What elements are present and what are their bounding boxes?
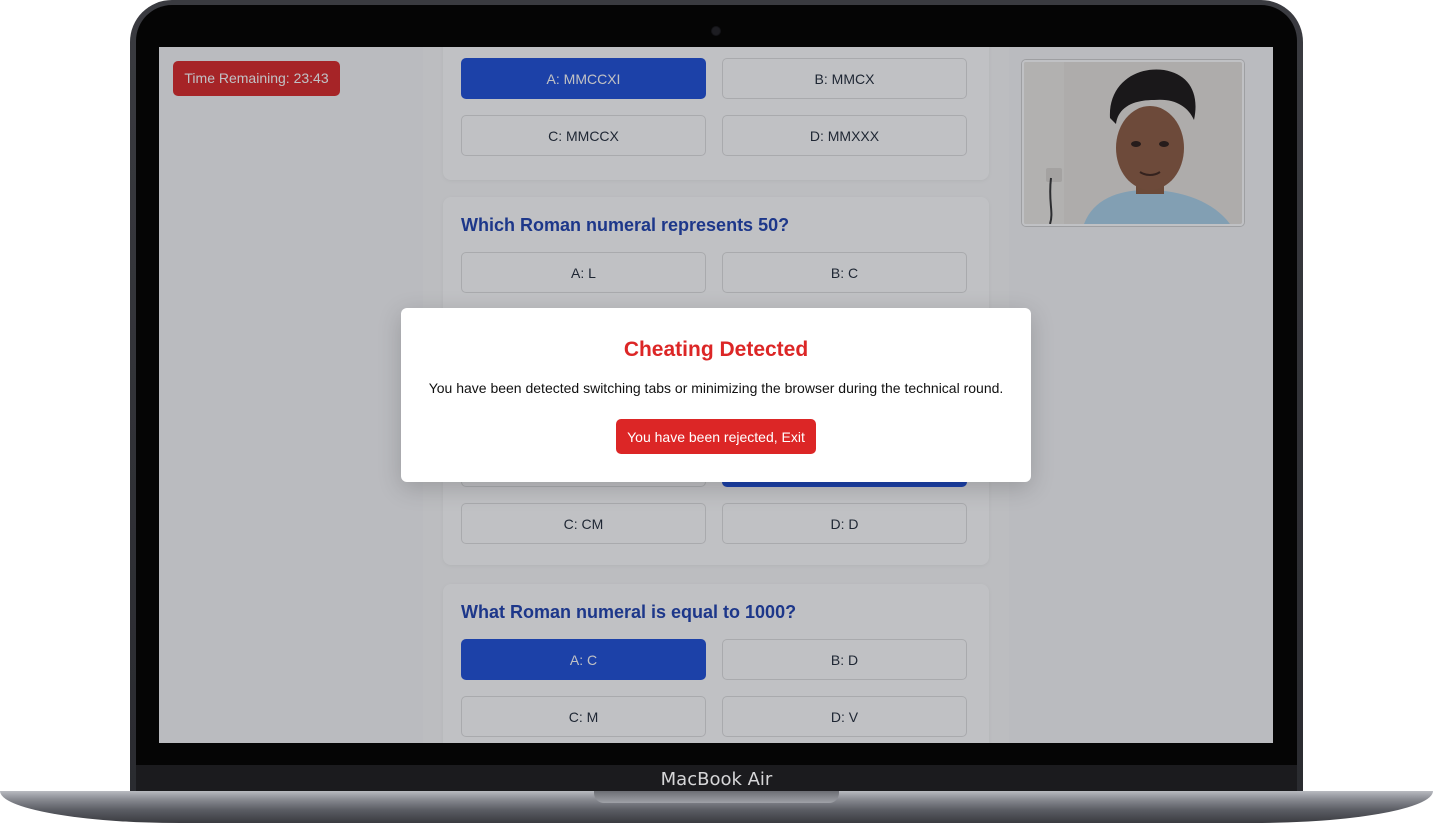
camera-icon xyxy=(712,27,720,35)
device-label: MacBook Air xyxy=(660,769,773,790)
exit-button[interactable]: You have been rejected, Exit xyxy=(616,419,816,454)
modal-title: Cheating Detected xyxy=(623,338,809,361)
screen: Time Remaining: 23:43 A: MMCCXI B: MMCX … xyxy=(159,47,1273,743)
modal-message: You have been detected switching tabs or… xyxy=(428,380,1004,396)
laptop-notch xyxy=(594,791,839,803)
cheating-modal: Cheating Detected You have been detected… xyxy=(401,308,1031,482)
